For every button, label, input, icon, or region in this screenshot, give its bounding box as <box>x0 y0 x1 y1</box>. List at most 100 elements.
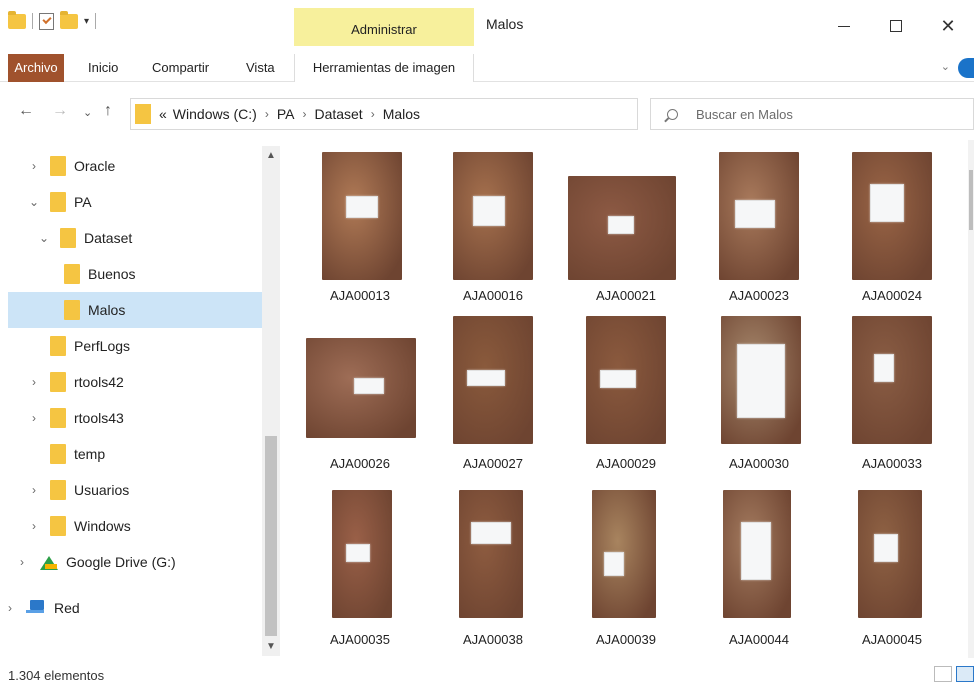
tree-item-oracle[interactable]: › Oracle <box>0 148 262 184</box>
tree-item-buenos[interactable]: Buenos <box>0 256 262 292</box>
window-title: Malos <box>486 16 524 32</box>
expand-chevron-right-icon[interactable]: › <box>2 601 18 615</box>
file-tile[interactable]: AJA00026 <box>296 312 424 482</box>
file-name: AJA00024 <box>862 288 922 303</box>
expand-ribbon-chevron-down-icon[interactable]: ⌄ <box>941 60 950 73</box>
tree-item-pa[interactable]: ⌄ PA <box>0 184 262 220</box>
breadcrumb-pa[interactable]: PA <box>277 106 295 122</box>
tree-item-red[interactable]: › Red <box>0 590 262 626</box>
tab-vista[interactable]: Vista <box>246 54 275 82</box>
tree-item-google-drive[interactable]: › Google Drive (G:) <box>0 544 262 580</box>
breadcrumb-separator-icon[interactable]: › <box>265 107 269 121</box>
recent-locations-chevron-icon[interactable]: ⌄ <box>83 106 92 119</box>
tree-item-rtools42[interactable]: › rtools42 <box>0 364 262 400</box>
expand-chevron-right-icon[interactable]: › <box>26 411 42 425</box>
tree-item-temp[interactable]: temp <box>0 436 262 472</box>
file-tile[interactable]: AJA00038 <box>429 486 557 656</box>
file-tile[interactable]: AJA00044 <box>695 486 823 656</box>
scrollbar-thumb[interactable] <box>969 170 973 230</box>
tab-archivo[interactable]: Archivo <box>8 54 64 82</box>
collapse-chevron-down-icon[interactable]: ⌄ <box>36 231 52 245</box>
up-arrow-icon[interactable]: ↑ <box>104 102 112 120</box>
breadcrumb-windows-c[interactable]: Windows (C:) <box>173 106 257 122</box>
scroll-up-icon[interactable]: ▲ <box>262 150 280 161</box>
new-folder-icon[interactable] <box>60 10 78 29</box>
file-tile[interactable]: AJA00013 <box>296 144 424 314</box>
expand-chevron-right-icon[interactable]: › <box>26 159 42 173</box>
tab-inicio[interactable]: Inicio <box>88 54 118 82</box>
file-tile[interactable]: AJA00027 <box>429 312 557 482</box>
close-button[interactable]: ✕ <box>922 6 974 46</box>
bandage-shape <box>346 544 370 562</box>
image-thumbnail <box>568 176 676 280</box>
file-tile[interactable]: AJA00016 <box>429 144 557 314</box>
window-controls: ✕ <box>818 6 974 46</box>
tree-item-label: rtools43 <box>74 410 124 426</box>
scrollbar-thumb[interactable] <box>265 436 277 636</box>
file-name: AJA00030 <box>729 456 789 471</box>
search-input[interactable]: Buscar en Malos <box>650 98 974 130</box>
file-tile[interactable]: AJA00039 <box>562 486 690 656</box>
scroll-down-icon[interactable]: ▼ <box>262 641 280 652</box>
tab-compartir[interactable]: Compartir <box>152 54 209 82</box>
folder-icon[interactable] <box>8 10 26 29</box>
file-tile[interactable]: AJA00024 <box>828 144 956 314</box>
image-thumbnail <box>719 152 799 280</box>
tree-item-label: Malos <box>88 302 126 318</box>
content-scrollbar[interactable] <box>968 140 974 658</box>
file-tile[interactable]: AJA00021 <box>562 144 690 314</box>
bandage-shape <box>604 552 624 576</box>
expand-chevron-right-icon[interactable]: › <box>26 483 42 497</box>
expand-chevron-right-icon[interactable]: › <box>26 375 42 389</box>
tree-item-perflogs[interactable]: PerfLogs <box>0 328 262 364</box>
properties-icon[interactable] <box>39 12 54 30</box>
tree-item-malos[interactable]: Malos <box>8 292 262 328</box>
tab-herramientas-de-imagen[interactable]: Herramientas de imagen <box>294 54 474 82</box>
tree-item-label: Google Drive (G:) <box>66 554 176 570</box>
details-view-icon[interactable] <box>934 666 952 682</box>
breadcrumb-separator-icon[interactable]: › <box>371 107 375 121</box>
help-icon[interactable] <box>958 58 974 78</box>
file-tile[interactable]: AJA00033 <box>828 312 956 482</box>
customize-toolbar-icon[interactable]: ▾ <box>84 16 89 27</box>
bandage-shape <box>874 534 898 562</box>
maximize-icon <box>890 20 902 32</box>
expand-chevron-right-icon[interactable]: › <box>26 519 42 533</box>
bandage-shape <box>735 200 775 228</box>
tab-administrar[interactable]: Administrar <box>294 8 474 46</box>
back-arrow-icon[interactable]: ← <box>18 102 34 120</box>
tree-item-rtools43[interactable]: › rtools43 <box>0 400 262 436</box>
tree-item-windows[interactable]: › Windows <box>0 508 262 544</box>
image-thumbnail <box>306 338 416 438</box>
file-tile[interactable]: AJA00030 <box>695 312 823 482</box>
expand-chevron-right-icon[interactable]: › <box>14 555 30 569</box>
tree-item-usuarios[interactable]: › Usuarios <box>0 472 262 508</box>
image-thumbnail <box>852 152 932 280</box>
breadcrumb-overflow[interactable]: « <box>159 106 167 122</box>
file-tile[interactable]: AJA00045 <box>828 486 956 656</box>
search-icon <box>667 108 678 120</box>
file-tile[interactable]: AJA00035 <box>296 486 424 656</box>
folder-icon <box>50 156 66 176</box>
collapse-chevron-down-icon[interactable]: ⌄ <box>26 195 42 209</box>
large-icons-view-icon[interactable] <box>956 666 974 682</box>
folder-icon <box>135 104 151 124</box>
tree-item-label: temp <box>74 446 106 462</box>
breadcrumb-dataset[interactable]: Dataset <box>314 106 362 122</box>
file-tile[interactable]: AJA00029 <box>562 312 690 482</box>
forward-arrow-icon[interactable]: → <box>52 102 68 120</box>
minimize-button[interactable] <box>818 6 870 46</box>
tree-item-label: rtools42 <box>74 374 124 390</box>
folder-icon <box>50 372 66 392</box>
tree-item-label: Oracle <box>74 158 116 174</box>
maximize-button[interactable] <box>870 6 922 46</box>
file-name: AJA00029 <box>596 456 656 471</box>
breadcrumb-separator-icon[interactable]: › <box>302 107 306 121</box>
address-bar[interactable]: « Windows (C:) › PA › Dataset › Malos ⌄ … <box>130 98 756 130</box>
navigation-scrollbar[interactable]: ▲ ▼ <box>262 146 280 656</box>
file-tile[interactable]: AJA00023 <box>695 144 823 314</box>
file-name: AJA00016 <box>463 288 523 303</box>
tree-item-dataset[interactable]: ⌄ Dataset <box>0 220 262 256</box>
folder-icon <box>60 228 76 248</box>
breadcrumb-malos[interactable]: Malos <box>383 106 420 122</box>
